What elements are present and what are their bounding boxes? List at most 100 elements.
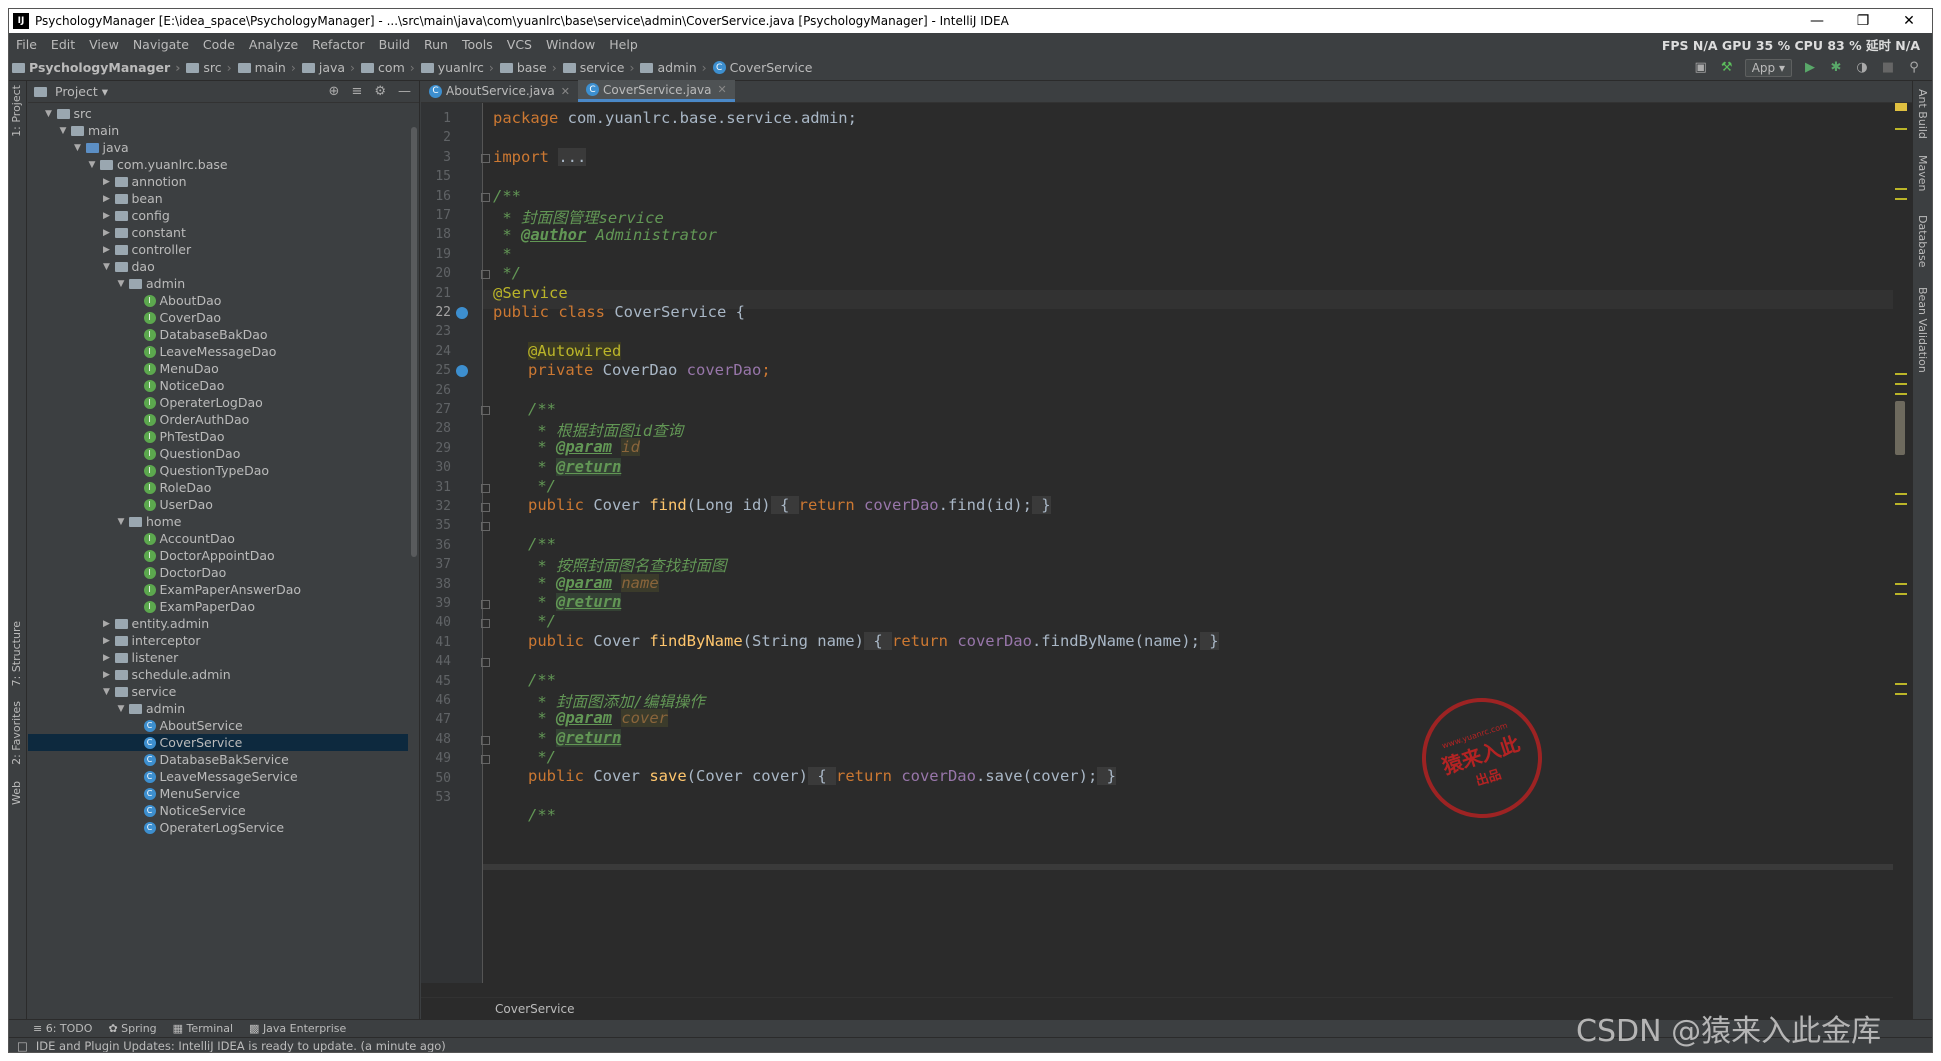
fold-toggle-icon[interactable] — [481, 600, 490, 609]
tab-coverservice[interactable]: C CoverService.java ✕ — [578, 80, 735, 102]
line-number[interactable]: 21 — [421, 286, 451, 301]
tree-item-databasebakdao[interactable]: I DatabaseBakDao — [28, 326, 408, 343]
run-config-select[interactable]: App ▾ — [1744, 58, 1792, 77]
line-number[interactable]: 2 — [421, 130, 451, 145]
fold-toggle-icon[interactable] — [481, 658, 490, 668]
line-number[interactable]: 48 — [421, 732, 451, 747]
tab-aboutservice[interactable]: C AboutService.java ✕ — [421, 80, 578, 102]
search-icon[interactable]: ⚲ — [1906, 60, 1922, 76]
line-number[interactable]: 19 — [421, 247, 451, 262]
tree-item-exampaperdao[interactable]: I ExamPaperDao — [28, 598, 408, 615]
project-view-selector[interactable]: Project ▾ — [55, 84, 108, 99]
menu-help[interactable]: Help — [602, 37, 645, 52]
project-scrollbar[interactable] — [411, 127, 417, 557]
run-icon[interactable]: ▶ — [1802, 60, 1818, 76]
fold-toggle-icon[interactable] — [481, 192, 490, 202]
menu-vcs[interactable]: VCS — [500, 37, 539, 52]
chevron-down-icon[interactable]: ▼ — [57, 126, 69, 136]
line-number[interactable]: 30 — [421, 460, 451, 475]
chevron-right-icon[interactable]: ▶ — [101, 670, 113, 680]
chevron-right-icon[interactable]: ▶ — [101, 177, 113, 187]
spring-bean-gutter-icon[interactable] — [456, 307, 468, 319]
tool-tab-spring[interactable]: ✿ Spring — [108, 1022, 156, 1035]
line-number[interactable]: 32 — [421, 499, 451, 514]
chevron-down-icon[interactable]: ▼ — [115, 704, 127, 714]
build-hammer-icon[interactable]: ⚒ — [1719, 60, 1735, 76]
menu-navigate[interactable]: Navigate — [126, 37, 196, 52]
line-number[interactable]: 35 — [421, 518, 451, 533]
tree-item-operaterlogdao[interactable]: I OperaterLogDao — [28, 394, 408, 411]
chevron-right-icon[interactable]: ▶ — [101, 636, 113, 646]
line-number[interactable]: 1 — [421, 111, 451, 126]
line-number[interactable]: 38 — [421, 577, 451, 592]
tree-item-main[interactable]: ▼ main — [28, 122, 408, 139]
menu-analyze[interactable]: Analyze — [242, 37, 305, 52]
line-number[interactable]: 20 — [421, 266, 451, 281]
fold-toggle-icon[interactable] — [481, 735, 490, 745]
line-number[interactable]: 26 — [421, 383, 451, 398]
line-number[interactable]: 24 — [421, 344, 451, 359]
tree-item-doctordao[interactable]: I DoctorDao — [28, 564, 408, 581]
tree-item-userdao[interactable]: I UserDao — [28, 496, 408, 513]
close-button[interactable]: ✕ — [1886, 9, 1932, 33]
debug-icon[interactable]: ✱ — [1828, 60, 1844, 76]
collapse-all-icon[interactable]: ≡ — [351, 84, 362, 99]
menu-view[interactable]: View — [82, 37, 126, 52]
line-number[interactable]: 45 — [421, 674, 451, 689]
chevron-right-icon[interactable]: ▶ — [101, 211, 113, 221]
tree-item-roledao[interactable]: I RoleDao — [28, 479, 408, 496]
line-number[interactable]: 47 — [421, 712, 451, 727]
editor-error-stripe[interactable] — [1893, 103, 1907, 983]
chevron-down-icon[interactable]: ▼ — [115, 279, 127, 289]
tree-item-questiondao[interactable]: I QuestionDao — [28, 445, 408, 462]
line-number[interactable]: 40 — [421, 615, 451, 630]
tree-item-doctorappointdao[interactable]: I DoctorAppointDao — [28, 547, 408, 564]
tool-tab-java-enterprise[interactable]: ▩ Java Enterprise — [249, 1022, 346, 1035]
tree-item-interceptor[interactable]: ▶ interceptor — [28, 632, 408, 649]
tree-item-menudao[interactable]: I MenuDao — [28, 360, 408, 377]
tree-item-leavemessageservice[interactable]: C LeaveMessageService — [28, 768, 408, 785]
tree-item-coverdao[interactable]: I CoverDao — [28, 309, 408, 326]
tree-item-java[interactable]: ▼ java — [28, 139, 408, 156]
tool-tab-terminal[interactable]: ▦ Terminal — [173, 1022, 233, 1035]
tree-item-schedule-admin[interactable]: ▶ schedule.admin — [28, 666, 408, 683]
fold-toggle-icon[interactable] — [481, 755, 490, 765]
tree-item-config[interactable]: ▶ config — [28, 207, 408, 224]
fold-toggle-icon[interactable] — [481, 483, 490, 493]
tree-item-entity-admin[interactable]: ▶ entity.admin — [28, 615, 408, 632]
locate-icon[interactable]: ⊕ — [329, 84, 340, 99]
line-number[interactable]: 53 — [421, 790, 451, 805]
line-number[interactable]: 3 — [421, 150, 451, 165]
line-number[interactable]: 18 — [421, 227, 451, 242]
line-number[interactable]: 39 — [421, 596, 451, 611]
chevron-down-icon[interactable]: ▼ — [86, 160, 98, 170]
tree-item-databasebakservice[interactable]: C DatabaseBakService — [28, 751, 408, 768]
line-number[interactable]: 37 — [421, 557, 451, 572]
line-number[interactable]: 44 — [421, 654, 451, 669]
menu-code[interactable]: Code — [196, 37, 242, 52]
tree-item-admin[interactable]: ▼ admin — [28, 275, 408, 292]
chevron-down-icon[interactable]: ▼ — [115, 517, 127, 527]
line-number[interactable]: 41 — [421, 635, 451, 650]
line-number[interactable]: 36 — [421, 538, 451, 553]
tree-item-controller[interactable]: ▶ controller — [28, 241, 408, 258]
tree-item-questiontypedao[interactable]: I QuestionTypeDao — [28, 462, 408, 479]
horizontal-scrollbar[interactable] — [483, 864, 1893, 870]
tree-item-src[interactable]: ▼ src — [28, 105, 408, 122]
tool-tab-bean-validation[interactable]: Bean Validation — [1916, 287, 1929, 373]
line-number[interactable]: 29 — [421, 441, 451, 456]
tree-item-accountdao[interactable]: I AccountDao — [28, 530, 408, 547]
code-editor[interactable]: package com.yuanlrc.base.service.admin; … — [493, 103, 1893, 983]
tool-tab-database[interactable]: Database — [1916, 215, 1929, 268]
tool-tab-ant-build[interactable]: Ant Build — [1916, 89, 1929, 139]
inspection-status-icon[interactable] — [1895, 103, 1907, 111]
line-number[interactable]: 27 — [421, 402, 451, 417]
stop-icon[interactable]: ■ — [1880, 60, 1896, 76]
menu-edit[interactable]: Edit — [44, 37, 82, 52]
breadcrumb-project[interactable]: PsychologyManager › — [9, 60, 183, 75]
line-number[interactable]: 31 — [421, 480, 451, 495]
tree-item-coverservice[interactable]: C CoverService — [28, 734, 408, 751]
tree-item-menuservice[interactable]: C MenuService — [28, 785, 408, 802]
minimize-button[interactable]: — — [1794, 9, 1840, 33]
chevron-right-icon[interactable]: ▶ — [101, 194, 113, 204]
